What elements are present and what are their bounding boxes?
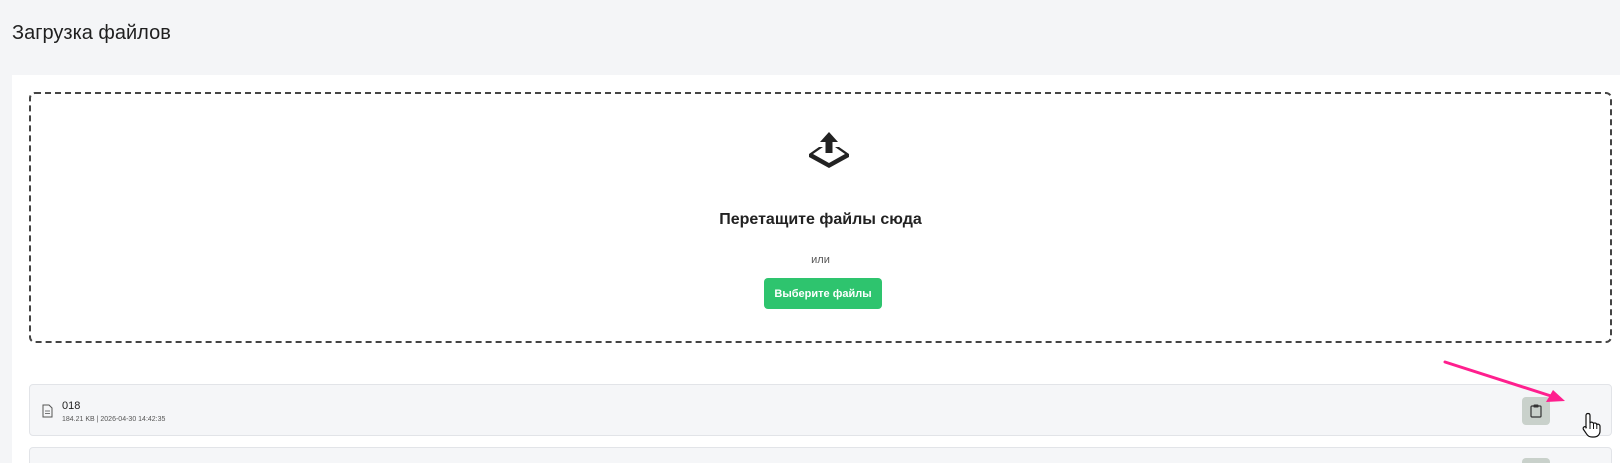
copy-link-button[interactable] [1522, 458, 1550, 463]
upload-tray-icon [809, 132, 849, 168]
file-icon [42, 404, 53, 418]
file-meta: 184.21 KB | 2026-04-30 14:42:35 [62, 416, 166, 423]
page: Загрузка файлов Перетащите файлы сюда ил… [0, 0, 1620, 463]
copy-link-button[interactable] [1522, 397, 1550, 425]
file-row: 018 184.21 KB | 2026-04-30 14:42:35 [29, 384, 1612, 436]
file-name: 018 [62, 400, 81, 412]
file-dropzone[interactable]: Перетащите файлы сюда или Выберите файлы [29, 92, 1612, 343]
dropzone-or-text: или [811, 254, 830, 266]
page-title: Загрузка файлов [12, 22, 171, 44]
clipboard-icon [1530, 404, 1542, 418]
dropzone-title: Перетащите файлы сюда [719, 211, 922, 228]
upload-card: Перетащите файлы сюда или Выберите файлы… [12, 75, 1620, 463]
choose-files-button[interactable]: Выберите файлы [764, 278, 882, 309]
file-row [29, 447, 1612, 463]
